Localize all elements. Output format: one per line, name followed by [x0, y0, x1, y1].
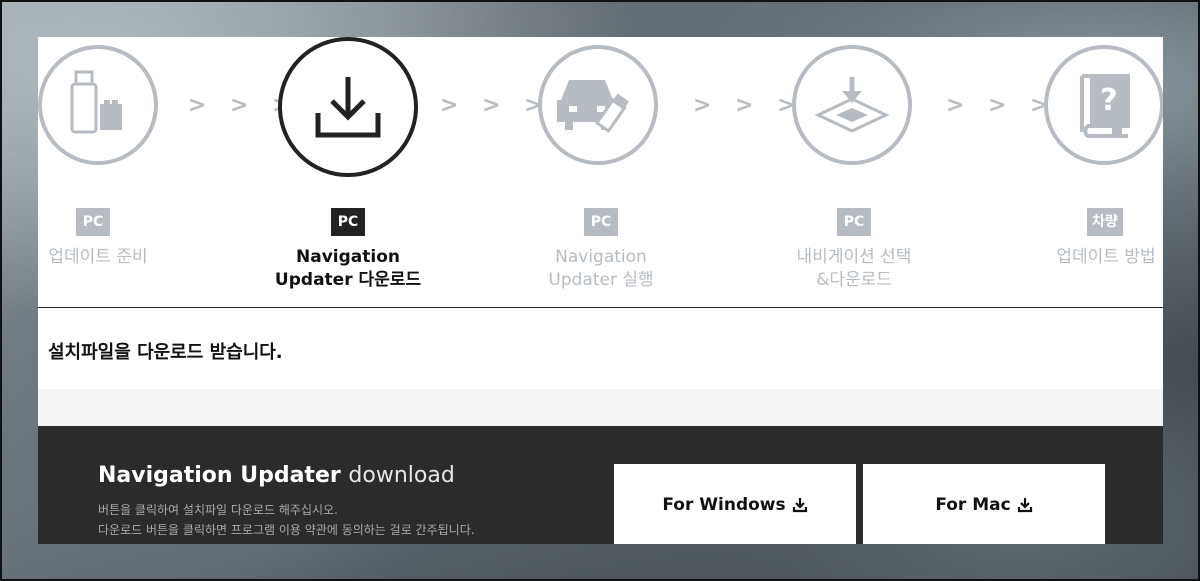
download-section: Navigation Updater download 버튼을 클릭하여 설치파…: [38, 426, 1163, 544]
updater-panel: PC 업데이트 준비 > > > PC Navigation Updater 다…: [38, 37, 1163, 544]
step-separator-4: > > >: [946, 93, 1057, 118]
spacer-strip: [38, 389, 1163, 426]
step-2-label: Navigation Updater 다운로드: [274, 247, 422, 290]
download-small-icon: [1017, 498, 1032, 513]
step-3-circle: [538, 45, 658, 165]
download-title-bold: Navigation Updater: [98, 463, 341, 488]
step-1-circle: [38, 45, 158, 165]
step-1-label: 업데이트 준비: [48, 247, 148, 267]
download-icon: [315, 77, 381, 138]
download-mac-label: For Mac: [935, 495, 1011, 515]
download-to-tray-icon: [814, 77, 890, 133]
download-windows-button[interactable]: For Windows: [614, 464, 856, 544]
download-title: Navigation Updater download: [98, 463, 455, 488]
instruction-text: 설치파일을 다운로드 받습니다.: [48, 342, 283, 363]
download-windows-label: For Windows: [662, 495, 786, 515]
download-mac-button[interactable]: For Mac: [863, 464, 1105, 544]
step-5-circle: ?: [1044, 45, 1163, 165]
step-1-badge: PC: [76, 208, 110, 236]
download-title-light: download: [348, 463, 455, 488]
step-2-badge: PC: [331, 208, 365, 236]
divider: [38, 307, 1163, 308]
svg-text:?: ?: [1100, 83, 1117, 118]
step-3-label: Navigation Updater 실행: [548, 247, 654, 290]
download-desc-line-1: 버튼을 클릭하여 설치파일 다운로드 해주십시오.: [98, 503, 338, 517]
download-desc-line-2: 다운로드 버튼을 클릭하면 프로그램 이용 약관에 동의하는 걸로 간주됩니다.: [98, 523, 475, 537]
step-separator-3: > > >: [693, 93, 804, 118]
step-5-label: 업데이트 방법: [1056, 247, 1156, 267]
download-small-icon: [792, 498, 807, 513]
step-4-circle: [792, 45, 912, 165]
step-3-badge: PC: [584, 208, 618, 236]
step-2-circle: [278, 37, 418, 177]
step-progress: PC 업데이트 준비 > > > PC Navigation Updater 다…: [38, 37, 1163, 307]
step-separator-2: > > >: [440, 93, 551, 118]
step-5-badge: 차량: [1087, 208, 1123, 236]
step-4-label: 내비게이션 선택 &다운로드: [796, 247, 912, 290]
usb-sd-card-icon: [70, 70, 122, 134]
help-book-icon: ?: [1080, 74, 1130, 138]
step-4-badge: PC: [837, 208, 871, 236]
car-usb-icon: [557, 80, 630, 134]
download-description: 버튼을 클릭하여 설치파일 다운로드 해주십시오. 다운로드 버튼을 클릭하면 …: [98, 500, 475, 540]
